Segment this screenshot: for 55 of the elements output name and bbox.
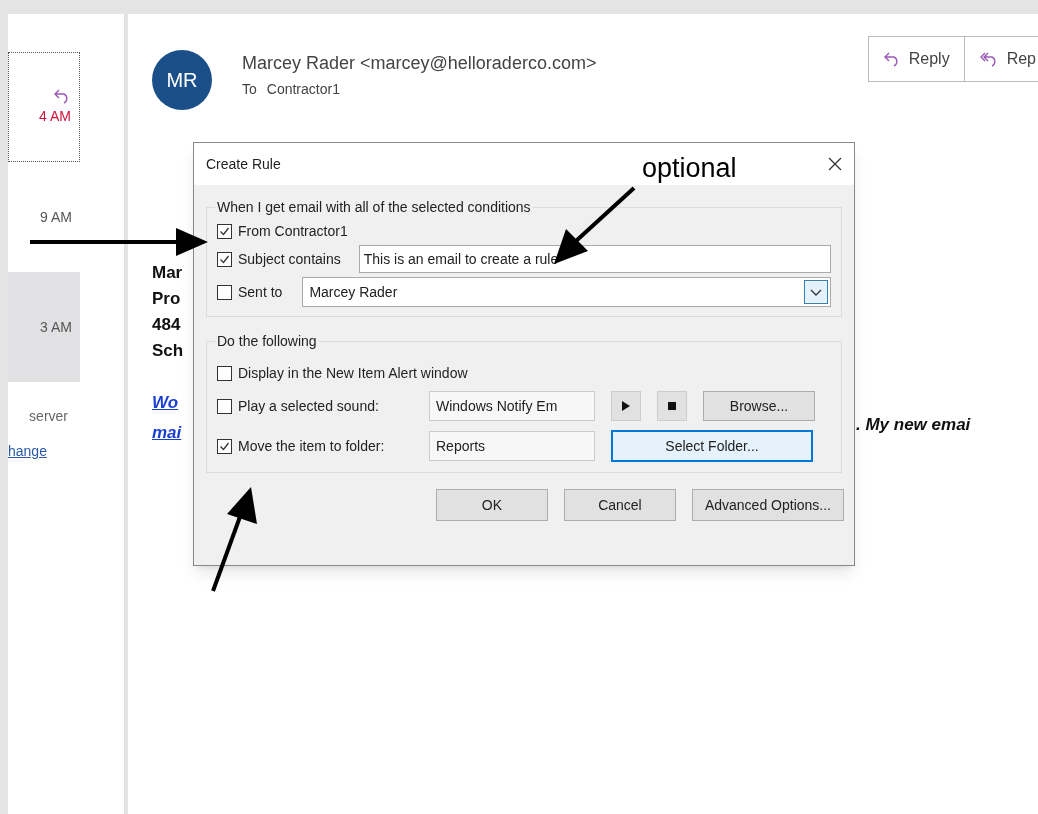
browse-button[interactable]: Browse...	[703, 391, 815, 421]
body-text: . My new emai	[856, 414, 971, 436]
dialog-button[interactable]: Cancel	[563, 489, 676, 521]
group-legend: Do the following	[215, 331, 319, 352]
dialog-button[interactable]: Advanced Options...	[691, 489, 844, 521]
checkbox[interactable]	[217, 438, 232, 454]
message-time: 3 AM	[40, 317, 72, 337]
checkbox[interactable]	[217, 284, 232, 300]
option-label: Play a selected sound:	[238, 396, 379, 416]
folder-field[interactable]: Reports	[429, 431, 595, 461]
reply-icon	[882, 51, 901, 67]
change-link[interactable]: hange	[8, 441, 56, 462]
annotation-label: optional	[642, 152, 737, 185]
recipient-dropdown[interactable]: Marcey Rader	[302, 277, 831, 307]
checkbox[interactable]	[217, 398, 232, 414]
server-note: server	[28, 407, 68, 426]
message-time: 9 AM	[40, 207, 72, 227]
reply-icon	[53, 87, 71, 104]
body-text: Pro	[152, 288, 181, 310]
body-text: Mar	[152, 262, 183, 284]
message-item[interactable]: 4 AM	[8, 52, 80, 162]
message-time: 4 AM	[39, 106, 71, 126]
sound-field[interactable]: Windows Notify Em	[429, 391, 595, 421]
close-icon[interactable]	[828, 157, 842, 171]
body-text: 484	[152, 314, 181, 336]
option-label: From Contractor1	[238, 221, 348, 241]
checkbox[interactable]	[217, 251, 232, 267]
recipient: Contractor1	[266, 80, 340, 99]
select-folder-button[interactable]: Select Folder...	[611, 430, 813, 462]
body-text: Sch	[152, 340, 184, 362]
subject-field[interactable]: This is an email to create a rule	[358, 245, 831, 273]
dialog-title: Create Rule	[206, 154, 281, 174]
chevron-down-icon	[804, 280, 828, 304]
stop-icon	[668, 402, 676, 410]
checkbox[interactable]	[217, 365, 232, 381]
stop-button[interactable]	[657, 391, 687, 421]
to-label: To	[242, 80, 257, 99]
reply-all-icon	[978, 51, 999, 67]
sender-name: Marcey Rader <marcey@helloraderco.com>	[242, 52, 597, 75]
dialog-button[interactable]: OK	[435, 489, 548, 521]
message-item[interactable]: 3 AM	[8, 272, 80, 382]
reply-button[interactable]: Rep	[963, 37, 1038, 81]
option-label: Subject contains	[238, 249, 341, 269]
play-icon	[622, 401, 630, 411]
checkbox[interactable]	[217, 223, 232, 239]
play-button[interactable]	[611, 391, 641, 421]
sender-avatar: MR	[152, 50, 212, 110]
message-item[interactable]: 9 AM	[8, 162, 80, 272]
body-link[interactable]: Wo	[152, 388, 179, 418]
option-label: Move the item to folder:	[238, 436, 385, 456]
reply-button[interactable]: Reply	[868, 37, 964, 81]
option-label: Display in the New Item Alert window	[238, 363, 468, 383]
group-legend: When I get email with all of the selected conditions	[215, 197, 533, 218]
option-label: Sent to	[238, 282, 283, 302]
body-link[interactable]: mai	[152, 418, 182, 448]
